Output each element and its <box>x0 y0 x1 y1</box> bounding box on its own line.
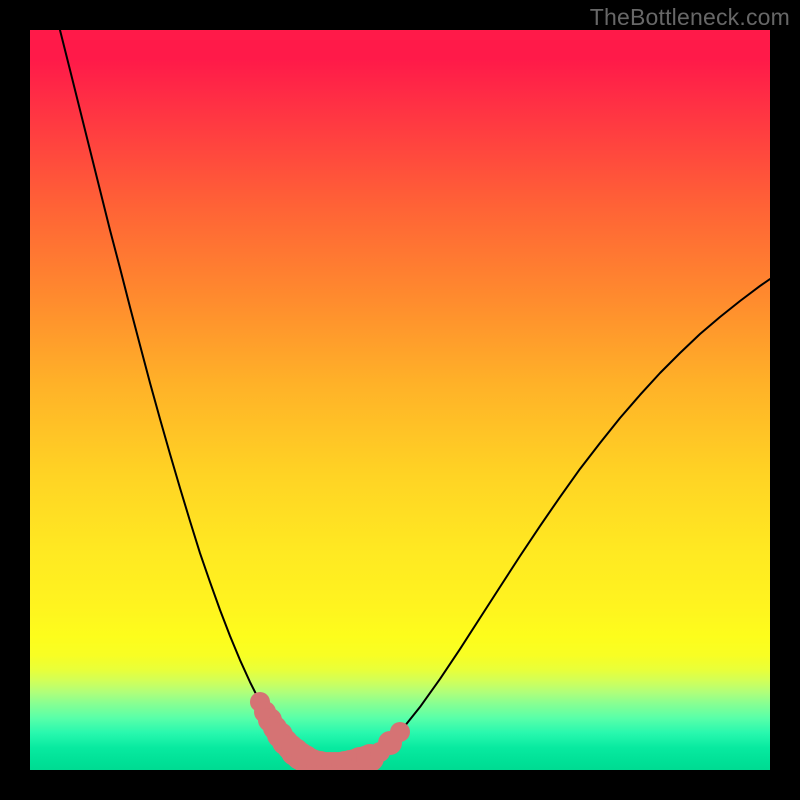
chart-svg <box>30 30 770 770</box>
plot-area <box>30 30 770 770</box>
chart-frame: TheBottleneck.com <box>0 0 800 800</box>
watermark-text: TheBottleneck.com <box>590 4 790 31</box>
curve-lines <box>60 30 770 759</box>
marker-point <box>390 722 410 742</box>
curve-right-arm <box>370 279 770 758</box>
curve-left-arm <box>60 30 305 759</box>
curve-markers <box>250 692 410 770</box>
